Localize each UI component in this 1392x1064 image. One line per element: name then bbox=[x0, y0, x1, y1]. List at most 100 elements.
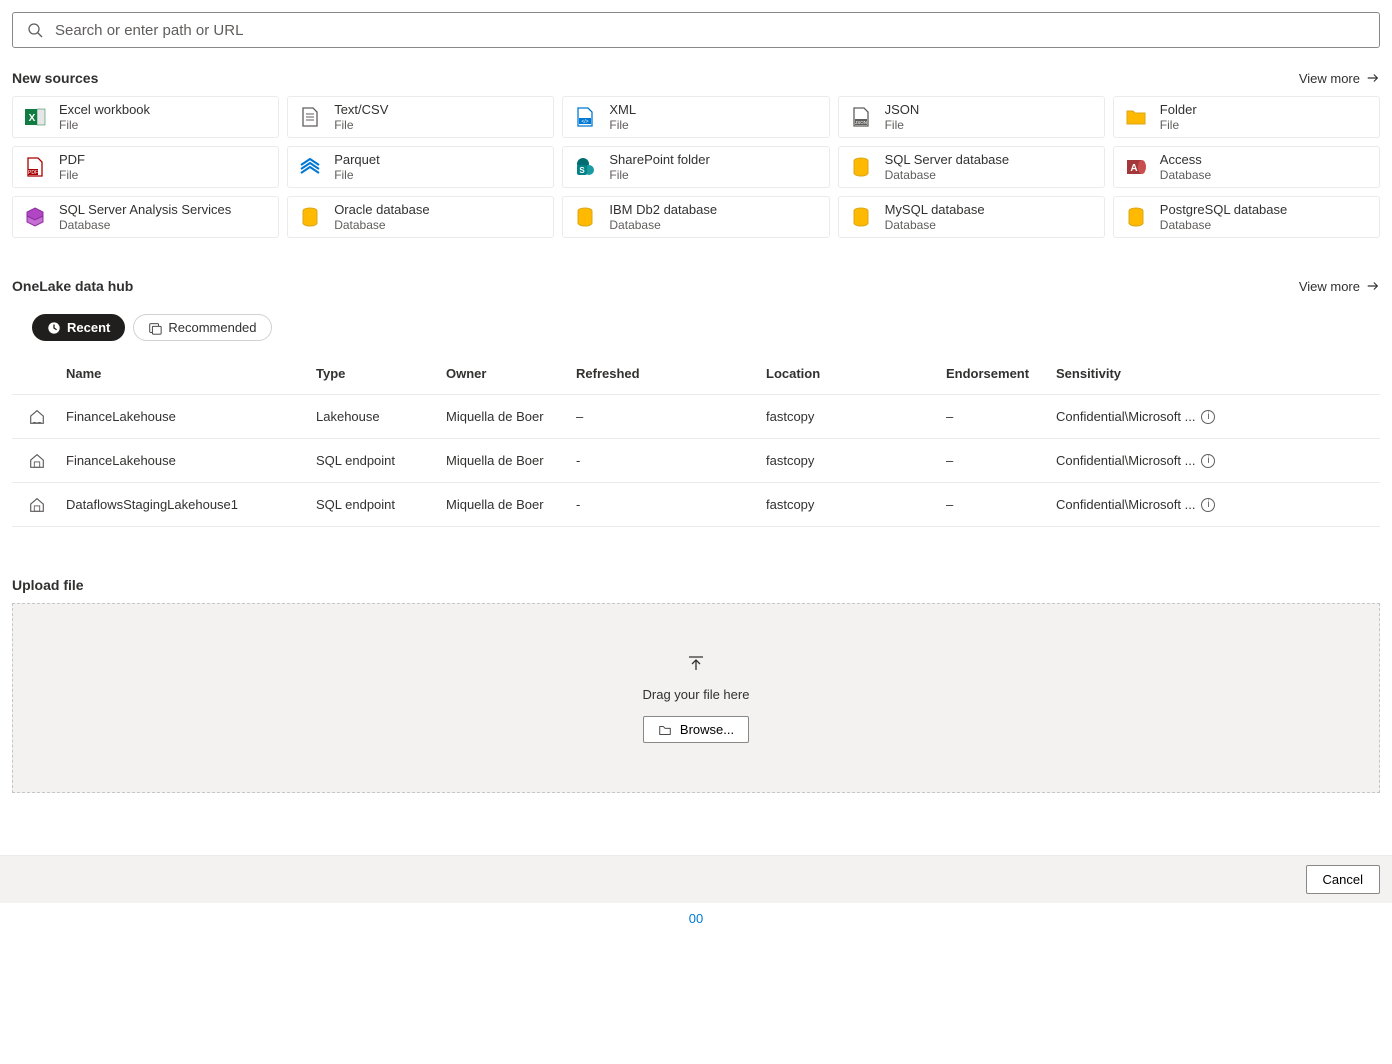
table-row[interactable]: FinanceLakehouseSQL endpointMiquella de … bbox=[12, 439, 1380, 483]
cell-location: fastcopy bbox=[762, 409, 942, 424]
source-card-xml[interactable]: </>XMLFile bbox=[562, 96, 829, 138]
th-type[interactable]: Type bbox=[312, 366, 442, 381]
cell-name: FinanceLakehouse bbox=[62, 409, 312, 424]
source-card-text-csv[interactable]: Text/CSVFile bbox=[287, 96, 554, 138]
json-icon: JSON bbox=[849, 105, 873, 129]
folder-icon bbox=[658, 723, 672, 737]
text-icon bbox=[298, 105, 322, 129]
source-card-json[interactable]: JSONJSONFile bbox=[838, 96, 1105, 138]
view-more-label: View more bbox=[1299, 279, 1360, 294]
info-icon[interactable]: i bbox=[1201, 410, 1215, 424]
cancel-button[interactable]: Cancel bbox=[1306, 865, 1380, 894]
cell-location: fastcopy bbox=[762, 497, 942, 512]
info-icon[interactable]: i bbox=[1201, 454, 1215, 468]
source-title: SQL Server database bbox=[885, 152, 1010, 168]
source-card-folder[interactable]: FolderFile bbox=[1113, 96, 1380, 138]
source-card-mysql-database[interactable]: MySQL databaseDatabase bbox=[838, 196, 1105, 238]
pdf-icon: PDF bbox=[23, 155, 47, 179]
row-icon bbox=[12, 496, 62, 514]
upload-title: Upload file bbox=[12, 577, 84, 593]
db-orange-icon bbox=[849, 155, 873, 179]
table-row[interactable]: DataflowsStagingLakehouse1SQL endpointMi… bbox=[12, 483, 1380, 527]
search-input[interactable] bbox=[55, 22, 1369, 39]
source-card-access[interactable]: AAccessDatabase bbox=[1113, 146, 1380, 188]
drag-text: Drag your file here bbox=[643, 687, 750, 702]
db-orange-icon bbox=[849, 205, 873, 229]
th-refreshed[interactable]: Refreshed bbox=[572, 366, 762, 381]
bottom-number: 00 bbox=[0, 903, 1392, 934]
source-title: SQL Server Analysis Services bbox=[59, 202, 231, 218]
source-subtitle: File bbox=[885, 118, 920, 132]
th-name[interactable]: Name bbox=[62, 366, 312, 381]
db-orange-icon bbox=[573, 205, 597, 229]
svg-text:X: X bbox=[29, 113, 36, 124]
cell-endorsement: – bbox=[942, 453, 1052, 468]
source-subtitle: File bbox=[59, 118, 150, 132]
cell-sensitivity: Confidential\Microsoft ...i bbox=[1052, 409, 1252, 424]
cell-type: SQL endpoint bbox=[312, 497, 442, 512]
new-sources-view-more[interactable]: View more bbox=[1299, 71, 1380, 86]
svg-text:</>: </> bbox=[582, 119, 589, 125]
browse-button[interactable]: Browse... bbox=[643, 716, 749, 743]
source-subtitle: File bbox=[1160, 118, 1197, 132]
source-title: PDF bbox=[59, 152, 85, 168]
cell-refreshed: - bbox=[572, 453, 762, 468]
source-card-excel-workbook[interactable]: X Excel workbookFile bbox=[12, 96, 279, 138]
svg-text:A: A bbox=[1130, 163, 1137, 174]
cell-refreshed: - bbox=[572, 497, 762, 512]
source-card-sql-server-database[interactable]: SQL Server databaseDatabase bbox=[838, 146, 1105, 188]
cell-sensitivity: Confidential\Microsoft ...i bbox=[1052, 453, 1252, 468]
source-title: Excel workbook bbox=[59, 102, 150, 118]
cell-endorsement: – bbox=[942, 409, 1052, 424]
cell-owner: Miquella de Boer bbox=[442, 453, 572, 468]
table-row[interactable]: FinanceLakehouseLakehouseMiquella de Boe… bbox=[12, 395, 1380, 439]
upload-dropzone[interactable]: Drag your file here Browse... bbox=[12, 603, 1380, 793]
tab-recommended[interactable]: Recommended bbox=[133, 314, 271, 341]
source-title: XML bbox=[609, 102, 636, 118]
table-header-row: Name Type Owner Refreshed Location Endor… bbox=[12, 353, 1380, 395]
source-subtitle: Database bbox=[885, 218, 985, 232]
svg-text:S: S bbox=[580, 166, 586, 175]
source-card-ibm-db2-database[interactable]: IBM Db2 databaseDatabase bbox=[562, 196, 829, 238]
search-bar[interactable] bbox=[12, 12, 1380, 48]
source-subtitle: File bbox=[334, 168, 380, 182]
ssas-icon bbox=[23, 205, 47, 229]
source-subtitle: Database bbox=[885, 168, 1010, 182]
source-title: MySQL database bbox=[885, 202, 985, 218]
th-endorsement[interactable]: Endorsement bbox=[942, 366, 1052, 381]
upload-icon bbox=[686, 653, 706, 673]
cell-name: DataflowsStagingLakehouse1 bbox=[62, 497, 312, 512]
search-icon bbox=[23, 18, 47, 42]
onelake-view-more[interactable]: View more bbox=[1299, 279, 1380, 294]
th-location[interactable]: Location bbox=[762, 366, 942, 381]
folder-icon bbox=[1124, 105, 1148, 129]
source-card-sql-server-analysis-services[interactable]: SQL Server Analysis ServicesDatabase bbox=[12, 196, 279, 238]
source-subtitle: Database bbox=[334, 218, 429, 232]
browse-label: Browse... bbox=[680, 722, 734, 737]
footer-bar: Cancel bbox=[0, 855, 1392, 903]
view-more-label: View more bbox=[1299, 71, 1360, 86]
source-subtitle: File bbox=[609, 168, 709, 182]
source-title: Text/CSV bbox=[334, 102, 388, 118]
source-card-sharepoint-folder[interactable]: S SharePoint folderFile bbox=[562, 146, 829, 188]
info-icon[interactable]: i bbox=[1201, 498, 1215, 512]
svg-text:PDF: PDF bbox=[28, 170, 38, 176]
onelake-title: OneLake data hub bbox=[12, 278, 133, 294]
source-card-parquet[interactable]: ParquetFile bbox=[287, 146, 554, 188]
cell-type: SQL endpoint bbox=[312, 453, 442, 468]
source-title: SharePoint folder bbox=[609, 152, 709, 168]
cell-owner: Miquella de Boer bbox=[442, 409, 572, 424]
tab-recommended-label: Recommended bbox=[168, 320, 256, 335]
source-card-oracle-database[interactable]: Oracle databaseDatabase bbox=[287, 196, 554, 238]
parquet-icon bbox=[298, 155, 322, 179]
tab-recent[interactable]: Recent bbox=[32, 314, 125, 341]
th-sensitivity[interactable]: Sensitivity bbox=[1052, 366, 1252, 381]
svg-text:JSON: JSON bbox=[855, 120, 867, 125]
db-orange-icon bbox=[1124, 205, 1148, 229]
source-card-postgresql-database[interactable]: PostgreSQL databaseDatabase bbox=[1113, 196, 1380, 238]
th-owner[interactable]: Owner bbox=[442, 366, 572, 381]
sharepoint-icon: S bbox=[573, 155, 597, 179]
source-card-pdf[interactable]: PDFPDFFile bbox=[12, 146, 279, 188]
source-title: Parquet bbox=[334, 152, 380, 168]
xml-icon: </> bbox=[573, 105, 597, 129]
